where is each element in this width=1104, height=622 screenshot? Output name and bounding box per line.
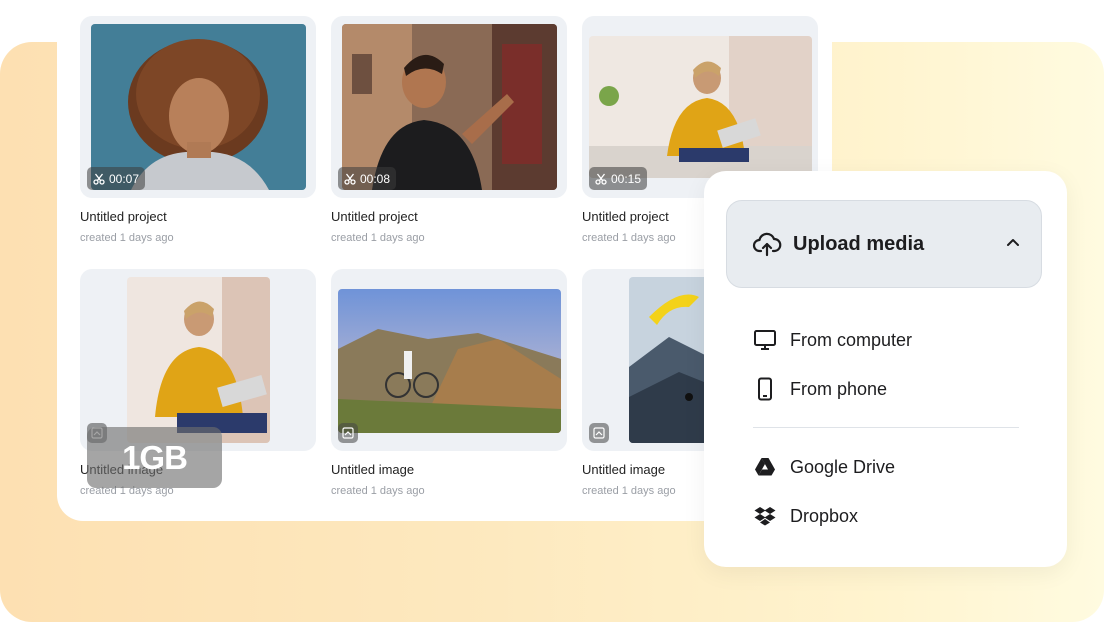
- duration-text: 00:15: [611, 171, 642, 186]
- project-created: created 1 days ago: [331, 232, 425, 244]
- project-title: Untitled project: [331, 209, 418, 224]
- image-thumbnail-frame: [331, 269, 567, 451]
- upload-media-title: Upload media: [793, 232, 925, 255]
- project-thumbnail: [91, 24, 306, 190]
- project-thumbnail: [342, 24, 557, 190]
- google-drive-icon: [755, 458, 775, 476]
- duration-badge: 00:07: [87, 167, 146, 190]
- image-icon: [593, 427, 605, 439]
- upload-from-computer[interactable]: From computer: [753, 328, 912, 352]
- duration-badge: 00:08: [338, 167, 397, 190]
- image-created: created 1 days ago: [331, 485, 425, 497]
- scissors-icon: [344, 173, 356, 185]
- project-card[interactable]: 00:07 Untitled project created 1 days ag…: [80, 16, 316, 244]
- project-card[interactable]: 00:08 Untitled project created 1 days ag…: [331, 16, 567, 244]
- upload-from-phone[interactable]: From phone: [753, 377, 887, 401]
- option-label: From computer: [790, 329, 913, 350]
- image-card[interactable]: Untitled image created 1 days ago: [331, 269, 567, 497]
- option-label: Dropbox: [790, 505, 859, 526]
- project-thumbnail-frame: 00:08: [331, 16, 567, 198]
- project-created: created 1 days ago: [80, 232, 174, 244]
- scissors-icon: [93, 173, 105, 185]
- upload-from-dropbox[interactable]: Dropbox: [753, 504, 858, 528]
- phone-icon: [758, 377, 772, 401]
- duration-badge: 00:15: [589, 167, 648, 190]
- image-icon: [342, 427, 354, 439]
- upload-media-toggle[interactable]: Upload media: [726, 200, 1042, 288]
- chevron-up-icon: [1007, 239, 1019, 246]
- option-label: Google Drive: [790, 456, 896, 477]
- image-type-badge: [338, 423, 358, 443]
- upload-from-google-drive[interactable]: Google Drive: [753, 455, 895, 479]
- duration-text: 00:07: [109, 171, 140, 186]
- scissors-icon: [595, 173, 607, 185]
- upload-media-panel: Upload media From computer From phone Go…: [704, 171, 1067, 567]
- project-thumbnail: [589, 36, 812, 178]
- duration-text: 00:08: [360, 171, 391, 186]
- cloud-upload-icon: [752, 232, 782, 257]
- image-title: Untitled image: [331, 462, 415, 477]
- options-divider: [753, 427, 1019, 428]
- image-thumbnail: [127, 277, 270, 443]
- monitor-icon: [754, 330, 776, 350]
- option-label: From phone: [790, 378, 888, 399]
- dropbox-icon: [754, 507, 776, 526]
- project-title: Untitled project: [80, 209, 167, 224]
- image-thumbnail: [338, 289, 561, 433]
- project-thumbnail-frame: 00:07: [80, 16, 316, 198]
- storage-badge: 1GB: [87, 427, 222, 488]
- image-type-badge: [589, 423, 609, 443]
- image-thumbnail-frame: [80, 269, 316, 451]
